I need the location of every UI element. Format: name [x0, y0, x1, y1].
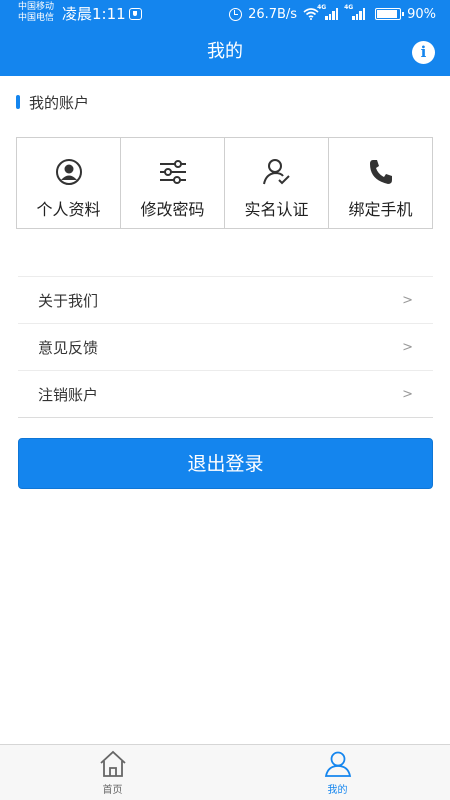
chevron-right-icon: >	[402, 339, 413, 355]
info-icon[interactable]: i	[412, 41, 435, 64]
menu-item-delete-account[interactable]: 注销账户 >	[18, 371, 433, 418]
battery-icon	[375, 8, 405, 20]
grid-item-profile[interactable]: 个人资料	[17, 138, 121, 228]
title-bar: 我的 i	[0, 28, 450, 76]
tab-label: 我的	[327, 785, 348, 796]
signal-icon-2: 4G	[344, 4, 366, 20]
profile-icon	[55, 159, 82, 185]
user-icon	[324, 751, 351, 777]
settings-menu: 关于我们 > 意见反馈 > 注销账户 >	[18, 276, 433, 418]
tab-mine[interactable]: 我的	[225, 745, 450, 800]
menu-item-label: 意见反馈	[38, 338, 99, 357]
battery-percent: 90%	[407, 6, 436, 22]
bottom-tab-bar: 首页 我的	[0, 744, 450, 800]
signal-icon-1: 4G	[317, 4, 339, 20]
grid-item-bind-phone[interactable]: 绑定手机	[329, 138, 432, 228]
sliders-icon	[159, 160, 186, 184]
net-speed: 26.7B/s	[248, 6, 298, 22]
shield-icon	[129, 8, 142, 20]
grid-item-change-password[interactable]: 修改密码	[121, 138, 225, 228]
alarm-icon	[229, 7, 243, 21]
menu-item-label: 关于我们	[38, 291, 99, 310]
phone-icon	[369, 160, 392, 184]
tab-home[interactable]: 首页	[0, 745, 225, 800]
status-icons: 26.7B/s 4G 4G 90%	[229, 4, 436, 23]
grid-item-label: 绑定手机	[348, 200, 413, 219]
tab-label: 首页	[102, 785, 123, 796]
grid-item-label: 修改密码	[140, 200, 205, 219]
chevron-right-icon: >	[402, 292, 413, 308]
section-title: 我的账户	[29, 93, 90, 112]
menu-item-label: 注销账户	[38, 385, 99, 404]
home-icon	[99, 750, 126, 777]
menu-item-feedback[interactable]: 意见反馈 >	[18, 324, 433, 371]
menu-item-about[interactable]: 关于我们 >	[18, 277, 433, 324]
logout-button[interactable]: 退出登录	[18, 438, 433, 489]
clock: 凌晨1:11	[62, 5, 126, 23]
carrier-2: 中国电信	[18, 13, 55, 23]
grid-item-label: 个人资料	[36, 200, 101, 219]
carrier-info: 中国移动 中国电信	[18, 2, 54, 24]
account-grid: 个人资料 修改密码 实名认证 绑定手机	[16, 137, 433, 229]
grid-item-label: 实名认证	[244, 200, 309, 219]
status-bar: 中国移动 中国电信 凌晨1:11 26.7B/s 4G 4G 90%	[0, 0, 450, 28]
user-verify-icon	[262, 159, 290, 185]
page-title: 我的	[207, 41, 243, 62]
section-marker	[16, 95, 20, 109]
account-section-header: 我的账户	[16, 93, 90, 112]
carrier-1: 中国移动	[18, 2, 55, 12]
chevron-right-icon: >	[402, 386, 413, 402]
grid-item-real-name[interactable]: 实名认证	[225, 138, 329, 228]
